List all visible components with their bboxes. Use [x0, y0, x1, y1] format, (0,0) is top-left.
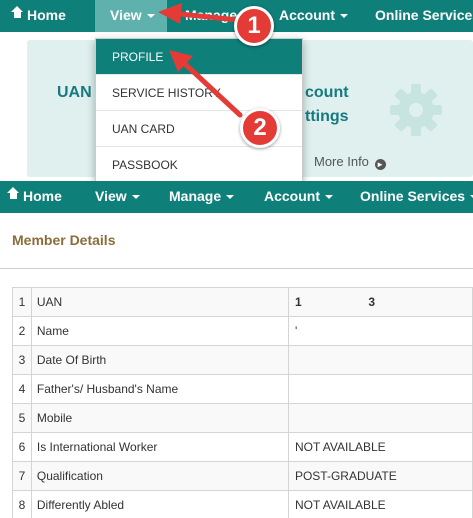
member-details-table: 1 UAN 1 3 2 Name ' 3 Date Of Birth 4 Fat…: [12, 287, 473, 518]
row-value: POST-GRADUATE: [287, 461, 473, 491]
row-value: ': [287, 316, 473, 346]
dropdown-item-passbook[interactable]: PASSBOOK: [96, 147, 302, 183]
row-value: NOT AVAILABLE: [287, 432, 473, 462]
row-label: Is International Worker: [30, 432, 289, 462]
row-value: [287, 374, 473, 404]
caret-down-icon: [146, 14, 155, 19]
banner-right-line2: ttings: [305, 108, 349, 125]
section-divider: [0, 268, 473, 269]
row-label: Date Of Birth: [30, 345, 289, 375]
annotation-badge-2: 2: [240, 108, 280, 148]
second-navbar: Home View Manage Account Online Services: [0, 181, 473, 213]
nav-home-2[interactable]: Home: [7, 181, 62, 213]
row-label: Name: [30, 316, 289, 346]
row-value: [287, 345, 473, 375]
row-index: 1: [12, 287, 32, 317]
member-details-title: Member Details: [12, 232, 116, 248]
arrow-circle-icon: ►: [374, 159, 386, 170]
nav-account[interactable]: Account: [279, 0, 348, 32]
caret-down-icon: [325, 195, 333, 200]
table-row: 5 Mobile: [12, 403, 473, 433]
table-row: 4 Father's/ Husband's Name: [12, 374, 473, 404]
nav-online-services-2[interactable]: Online Services: [360, 181, 473, 213]
row-label: Mobile: [30, 403, 289, 433]
nav-manage-2[interactable]: Manage: [169, 181, 235, 213]
table-row: 3 Date Of Birth: [12, 345, 473, 375]
row-index: 6: [12, 432, 32, 462]
table-row: 6 Is International Worker NOT AVAILABLE: [12, 432, 473, 462]
nav-online-services[interactable]: Online Services: [375, 0, 473, 32]
row-value: NOT AVAILABLE: [287, 490, 473, 518]
home-icon: [11, 6, 23, 21]
row-index: 4: [12, 374, 32, 404]
row-label: UAN: [30, 287, 289, 317]
banner-right-line1: count: [305, 84, 349, 101]
row-value: 1 3: [287, 287, 473, 317]
caret-down-icon: [226, 195, 235, 200]
table-row: 8 Differently Abled NOT AVAILABLE: [12, 490, 473, 518]
caret-down-icon: [340, 14, 348, 19]
nav-home[interactable]: Home: [11, 0, 66, 32]
table-row: 1 UAN 1 3: [12, 287, 473, 317]
dropdown-item-service-history[interactable]: SERVICE HISTORY: [96, 75, 302, 111]
banner-left-text: UAN: [57, 84, 92, 101]
row-index: 3: [12, 345, 32, 375]
table-row: 2 Name ': [12, 316, 473, 346]
gear-icon: [390, 84, 442, 136]
annotation-badge-1: 1: [234, 6, 274, 46]
home-icon: [7, 187, 19, 202]
caret-down-icon: [131, 195, 140, 200]
nav-account-2[interactable]: Account: [264, 181, 333, 213]
row-index: 8: [12, 490, 32, 518]
nav-view[interactable]: View: [95, 0, 167, 32]
table-row: 7 Qualification POST-GRADUATE: [12, 461, 473, 491]
row-label: Qualification: [30, 461, 289, 491]
row-value: [287, 403, 473, 433]
row-index: 2: [12, 316, 32, 346]
row-index: 5: [12, 403, 32, 433]
dropdown-item-profile[interactable]: PROFILE: [96, 39, 302, 75]
row-index: 7: [12, 461, 32, 491]
nav-view-2[interactable]: View: [95, 181, 140, 213]
more-info-link[interactable]: More Info ►: [314, 154, 386, 170]
row-label: Differently Abled: [30, 490, 289, 518]
row-label: Father's/ Husband's Name: [30, 374, 289, 404]
